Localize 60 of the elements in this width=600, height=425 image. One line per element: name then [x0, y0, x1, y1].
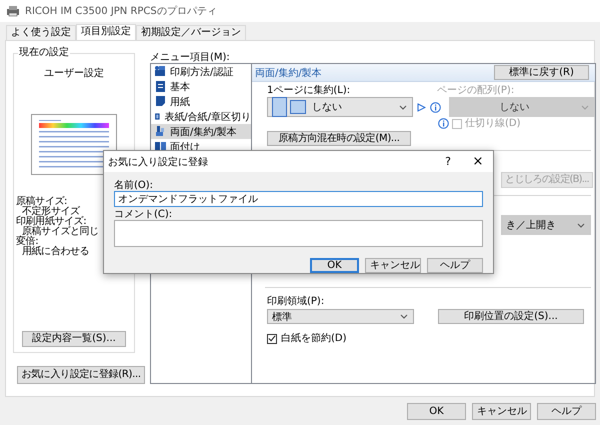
comment-field[interactable]: [114, 220, 483, 247]
checkbox-label: 仕切り線(D): [465, 118, 521, 129]
menu-label: メニュー項目(M):: [150, 53, 231, 63]
info-icon: [438, 118, 449, 129]
dialog-button[interactable]: ヘルプ: [537, 403, 596, 420]
menu-item[interactable]: 表紙/合紙/章区切り: [151, 109, 251, 124]
checkbox-label: 白紙を節約(D): [281, 333, 347, 344]
setting-value: 不定形サイズ: [22, 207, 80, 217]
tab[interactable]: よく使う設定: [6, 25, 76, 40]
panel-title: 両面/集約/製本: [255, 66, 322, 80]
checkbox[interactable]: [267, 334, 277, 344]
menu-item[interactable]: 基本: [151, 79, 251, 94]
setting-label: 変倍:: [16, 237, 38, 247]
help-button[interactable]: ?: [433, 155, 463, 168]
window-title: RICOH IM C3500 JPN RPCSのプロパティ: [25, 4, 217, 18]
dialog-button[interactable]: OK: [310, 258, 359, 273]
dialog-button[interactable]: キャンセル: [472, 403, 531, 420]
layout-dropdown[interactable]: しない: [267, 97, 413, 117]
field-label: 名前(O):: [114, 180, 154, 191]
tab[interactable]: 項目別設定: [76, 24, 136, 40]
tab[interactable]: 初期設定／バージョン: [136, 25, 246, 40]
add-favorite-button[interactable]: お気に入り設定に登録(R)...: [17, 366, 145, 384]
printer-icon: [6, 5, 20, 17]
setting-label: 印刷用紙サイズ:: [16, 217, 86, 227]
field-label: コメント(C):: [114, 209, 174, 220]
opening-dropdown[interactable]: き／上開き: [501, 215, 591, 235]
menu-item[interactable]: 両面/集約/製本: [151, 124, 251, 139]
checkmark-icon: [268, 334, 276, 343]
profile-name: ユーザー設定: [44, 66, 104, 80]
menu-item[interactable]: 印刷方法/認証: [151, 64, 251, 79]
chevron-icon: [399, 104, 407, 110]
document-icon: [154, 80, 167, 93]
field-label: 1ページに集約(L):: [267, 85, 352, 96]
play-icon: [417, 102, 426, 112]
dialog-button[interactable]: キャンセル: [365, 258, 421, 273]
print-area-dropdown[interactable]: 標準: [267, 309, 414, 324]
field-label: ページの配列(P):: [437, 85, 514, 96]
document-icon: [154, 65, 167, 78]
info-icon: [430, 102, 441, 112]
group-title: 現在の設定: [18, 47, 70, 59]
menu-item[interactable]: 用紙: [151, 94, 251, 109]
field-label: 印刷領域(P):: [267, 296, 324, 307]
document-icon: [154, 95, 167, 108]
print-position-button[interactable]: 印刷位置の設定(S)...: [438, 309, 584, 324]
reset-button[interactable]: 標準に戻す(R): [494, 65, 589, 80]
page-layout-icon: [272, 97, 306, 117]
chevron-icon: [581, 104, 589, 110]
dialog-button[interactable]: OK: [407, 403, 466, 420]
orientation-button[interactable]: 原稿方向混在時の設定(M)...: [267, 131, 411, 146]
document-icon: [154, 125, 167, 138]
chevron-icon: [577, 222, 585, 228]
setting-label: 原稿サイズ:: [16, 197, 67, 207]
chevron-icon: [400, 314, 408, 319]
setting-value: 用紙に合わせる: [21, 247, 90, 257]
summary-button[interactable]: 設定内容一覧(S)...: [22, 331, 126, 347]
dialog-button[interactable]: ヘルプ: [427, 258, 483, 273]
close-button[interactable]: ×: [463, 154, 493, 169]
dialog-title: お気に入り設定に登録: [108, 156, 209, 168]
setting-value: 原稿サイズと同じ: [22, 227, 99, 237]
name-field[interactable]: オンデマンドフラットファイル: [114, 191, 483, 207]
